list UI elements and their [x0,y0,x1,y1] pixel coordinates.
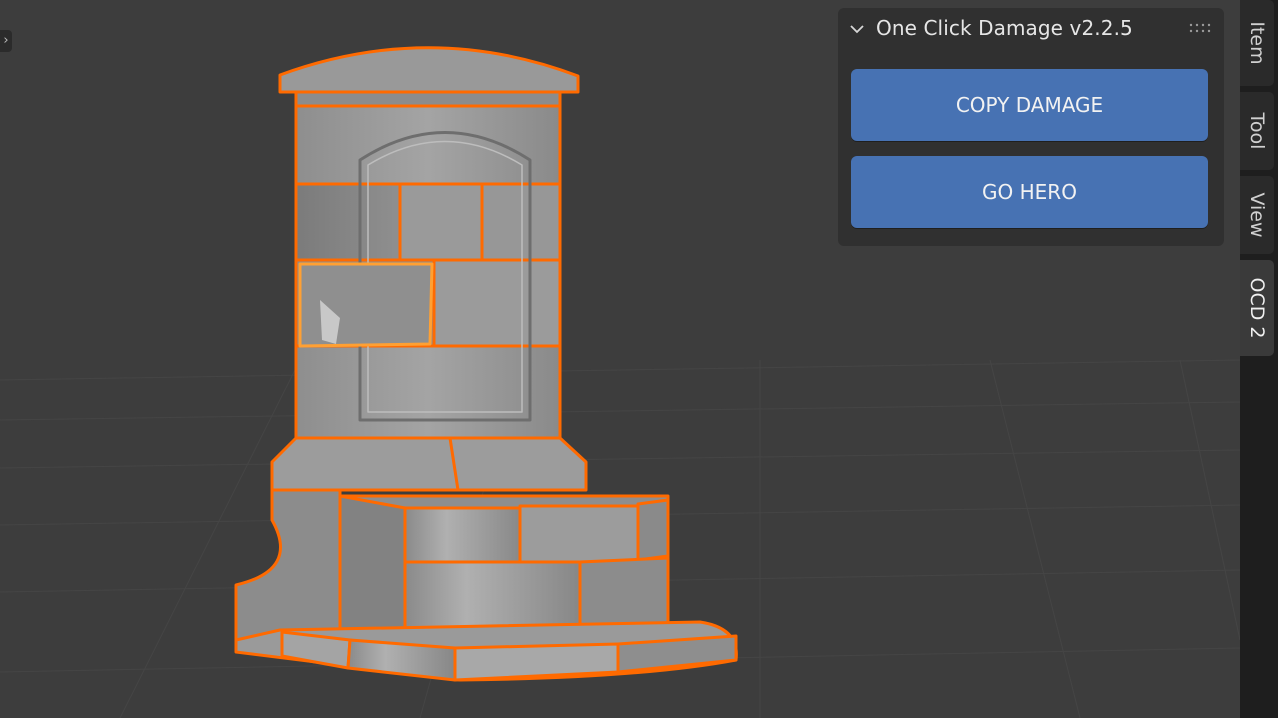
tab-item-label: Item [1246,21,1268,65]
drag-grip-icon[interactable] [1188,22,1212,34]
tab-item[interactable]: Item [1240,0,1274,86]
panel-title: One Click Damage v2.2.5 [876,16,1133,40]
ocd-panel: One Click Damage v2.2.5 COPY DAMAGE GO H… [838,8,1224,246]
tab-tool-label: Tool [1246,112,1268,150]
panel-header[interactable]: One Click Damage v2.2.5 [838,8,1224,50]
tab-ocd-2[interactable]: OCD 2 [1240,260,1274,356]
sidebar-tabs: Item Tool View OCD 2 [1240,0,1278,718]
tab-tool[interactable]: Tool [1240,92,1274,170]
tab-view-label: View [1246,192,1268,238]
3d-viewport[interactable]: › One Click Damage v2.2.5 COPY DAMAGE GO… [0,0,1240,718]
copy-damage-button[interactable]: COPY DAMAGE [851,69,1208,141]
go-hero-button[interactable]: GO HERO [851,156,1208,228]
fountain-model [234,46,738,682]
chevron-down-icon[interactable] [848,20,866,38]
tab-ocd-2-label: OCD 2 [1246,277,1268,339]
expand-toolbar-toggle[interactable]: › [0,30,12,52]
tab-view[interactable]: View [1240,176,1274,254]
